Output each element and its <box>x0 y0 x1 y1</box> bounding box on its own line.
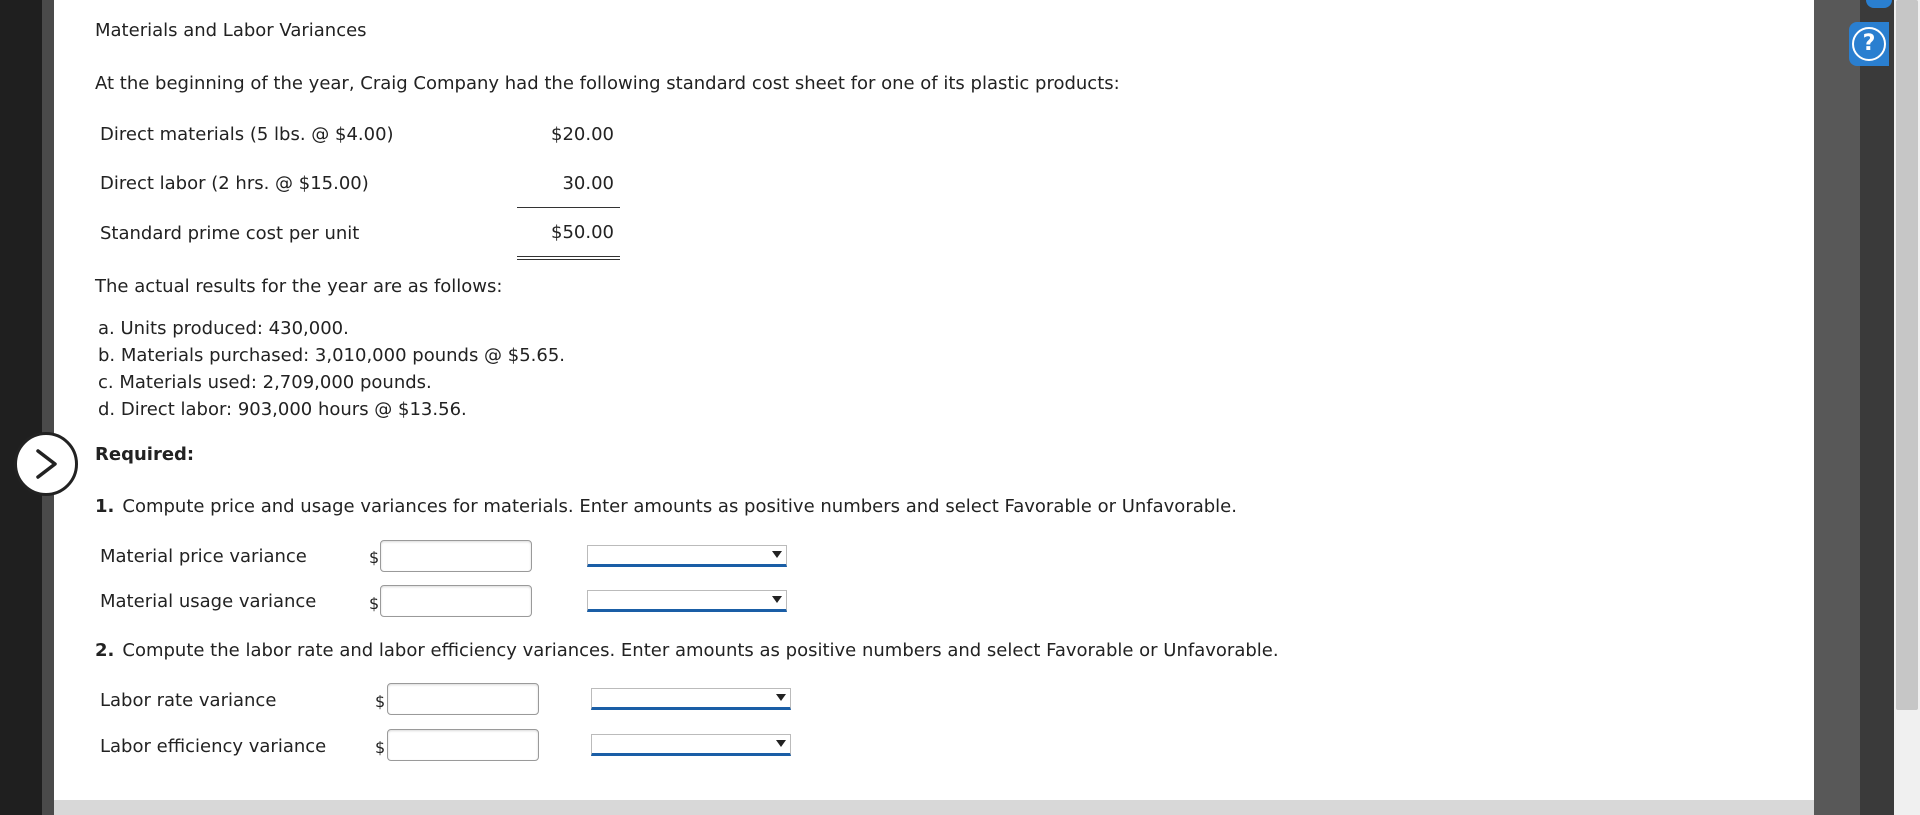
list-item: b. Materials purchased: 3,010,000 pounds… <box>98 345 566 366</box>
material-price-variance-input[interactable] <box>380 540 532 572</box>
cost-row-labor-value: 30.00 <box>562 173 614 194</box>
question-2-text: Compute the labor rate and labor efficie… <box>122 640 1279 661</box>
labor-rate-variance-label: Labor rate variance <box>100 690 277 711</box>
material-usage-variance-label: Material usage variance <box>100 591 317 612</box>
page-title: Materials and Labor Variances <box>95 20 367 41</box>
caret-down-icon <box>772 596 782 603</box>
chevron-right-icon <box>36 449 57 479</box>
cost-row-materials-label: Direct materials (5 lbs. @ $4.00) <box>100 124 394 145</box>
list-item: c. Materials used: 2,709,000 pounds. <box>98 372 432 393</box>
question-2-number: 2. <box>95 640 115 661</box>
labor-rate-variance-select[interactable] <box>591 688 791 710</box>
left-frame-edge <box>0 0 42 815</box>
question-1-number: 1. <box>95 496 115 517</box>
material-price-variance-select[interactable] <box>587 545 787 567</box>
intro-text: At the beginning of the year, Craig Comp… <box>95 73 1120 94</box>
cost-row-total-label: Standard prime cost per unit <box>100 223 360 244</box>
question-1-text: Compute price and usage variances for ma… <box>122 496 1237 517</box>
caret-down-icon <box>772 551 782 558</box>
list-item: a. Units produced: 430,000. <box>98 318 349 339</box>
next-arrow-button[interactable] <box>14 432 78 496</box>
currency-symbol: $ <box>375 692 386 711</box>
scrollbar-thumb[interactable] <box>1896 0 1918 710</box>
actual-results-list: a. Units produced: 430,000. b. Materials… <box>98 315 565 423</box>
top-tab-button[interactable] <box>1866 0 1892 8</box>
currency-symbol: $ <box>369 548 380 567</box>
labor-efficiency-variance-input[interactable] <box>387 729 539 761</box>
material-usage-variance-select[interactable] <box>587 590 787 612</box>
cost-row-labor-label: Direct labor (2 hrs. @ $15.00) <box>100 173 369 194</box>
required-heading: Required: <box>95 444 195 465</box>
caret-down-icon <box>776 694 786 701</box>
help-button[interactable]: ? <box>1849 22 1889 66</box>
subtotal-rule <box>517 207 620 208</box>
labor-efficiency-variance-label: Labor efficiency variance <box>100 736 327 757</box>
actual-results-heading: The actual results for the year are as f… <box>95 276 503 297</box>
labor-efficiency-variance-select[interactable] <box>591 734 791 756</box>
cost-row-total-value: $50.00 <box>551 222 614 243</box>
material-usage-variance-input[interactable] <box>380 585 532 617</box>
total-double-rule-bottom <box>517 259 620 260</box>
left-frame-border <box>42 0 54 815</box>
labor-rate-variance-input[interactable] <box>387 683 539 715</box>
total-double-rule-top <box>517 256 620 257</box>
list-item: d. Direct labor: 903,000 hours @ $13.56. <box>98 399 467 420</box>
currency-symbol: $ <box>375 738 386 757</box>
panel-bottom-border <box>54 800 1814 815</box>
question-1: 1. Compute price and usage variances for … <box>95 496 1237 517</box>
material-price-variance-label: Material price variance <box>100 546 307 567</box>
cost-row-materials-value: $20.00 <box>551 124 614 145</box>
currency-symbol: $ <box>369 594 380 613</box>
question-2: 2. Compute the labor rate and labor effic… <box>95 640 1279 661</box>
caret-down-icon <box>776 740 786 747</box>
help-icon: ? <box>1852 27 1886 61</box>
